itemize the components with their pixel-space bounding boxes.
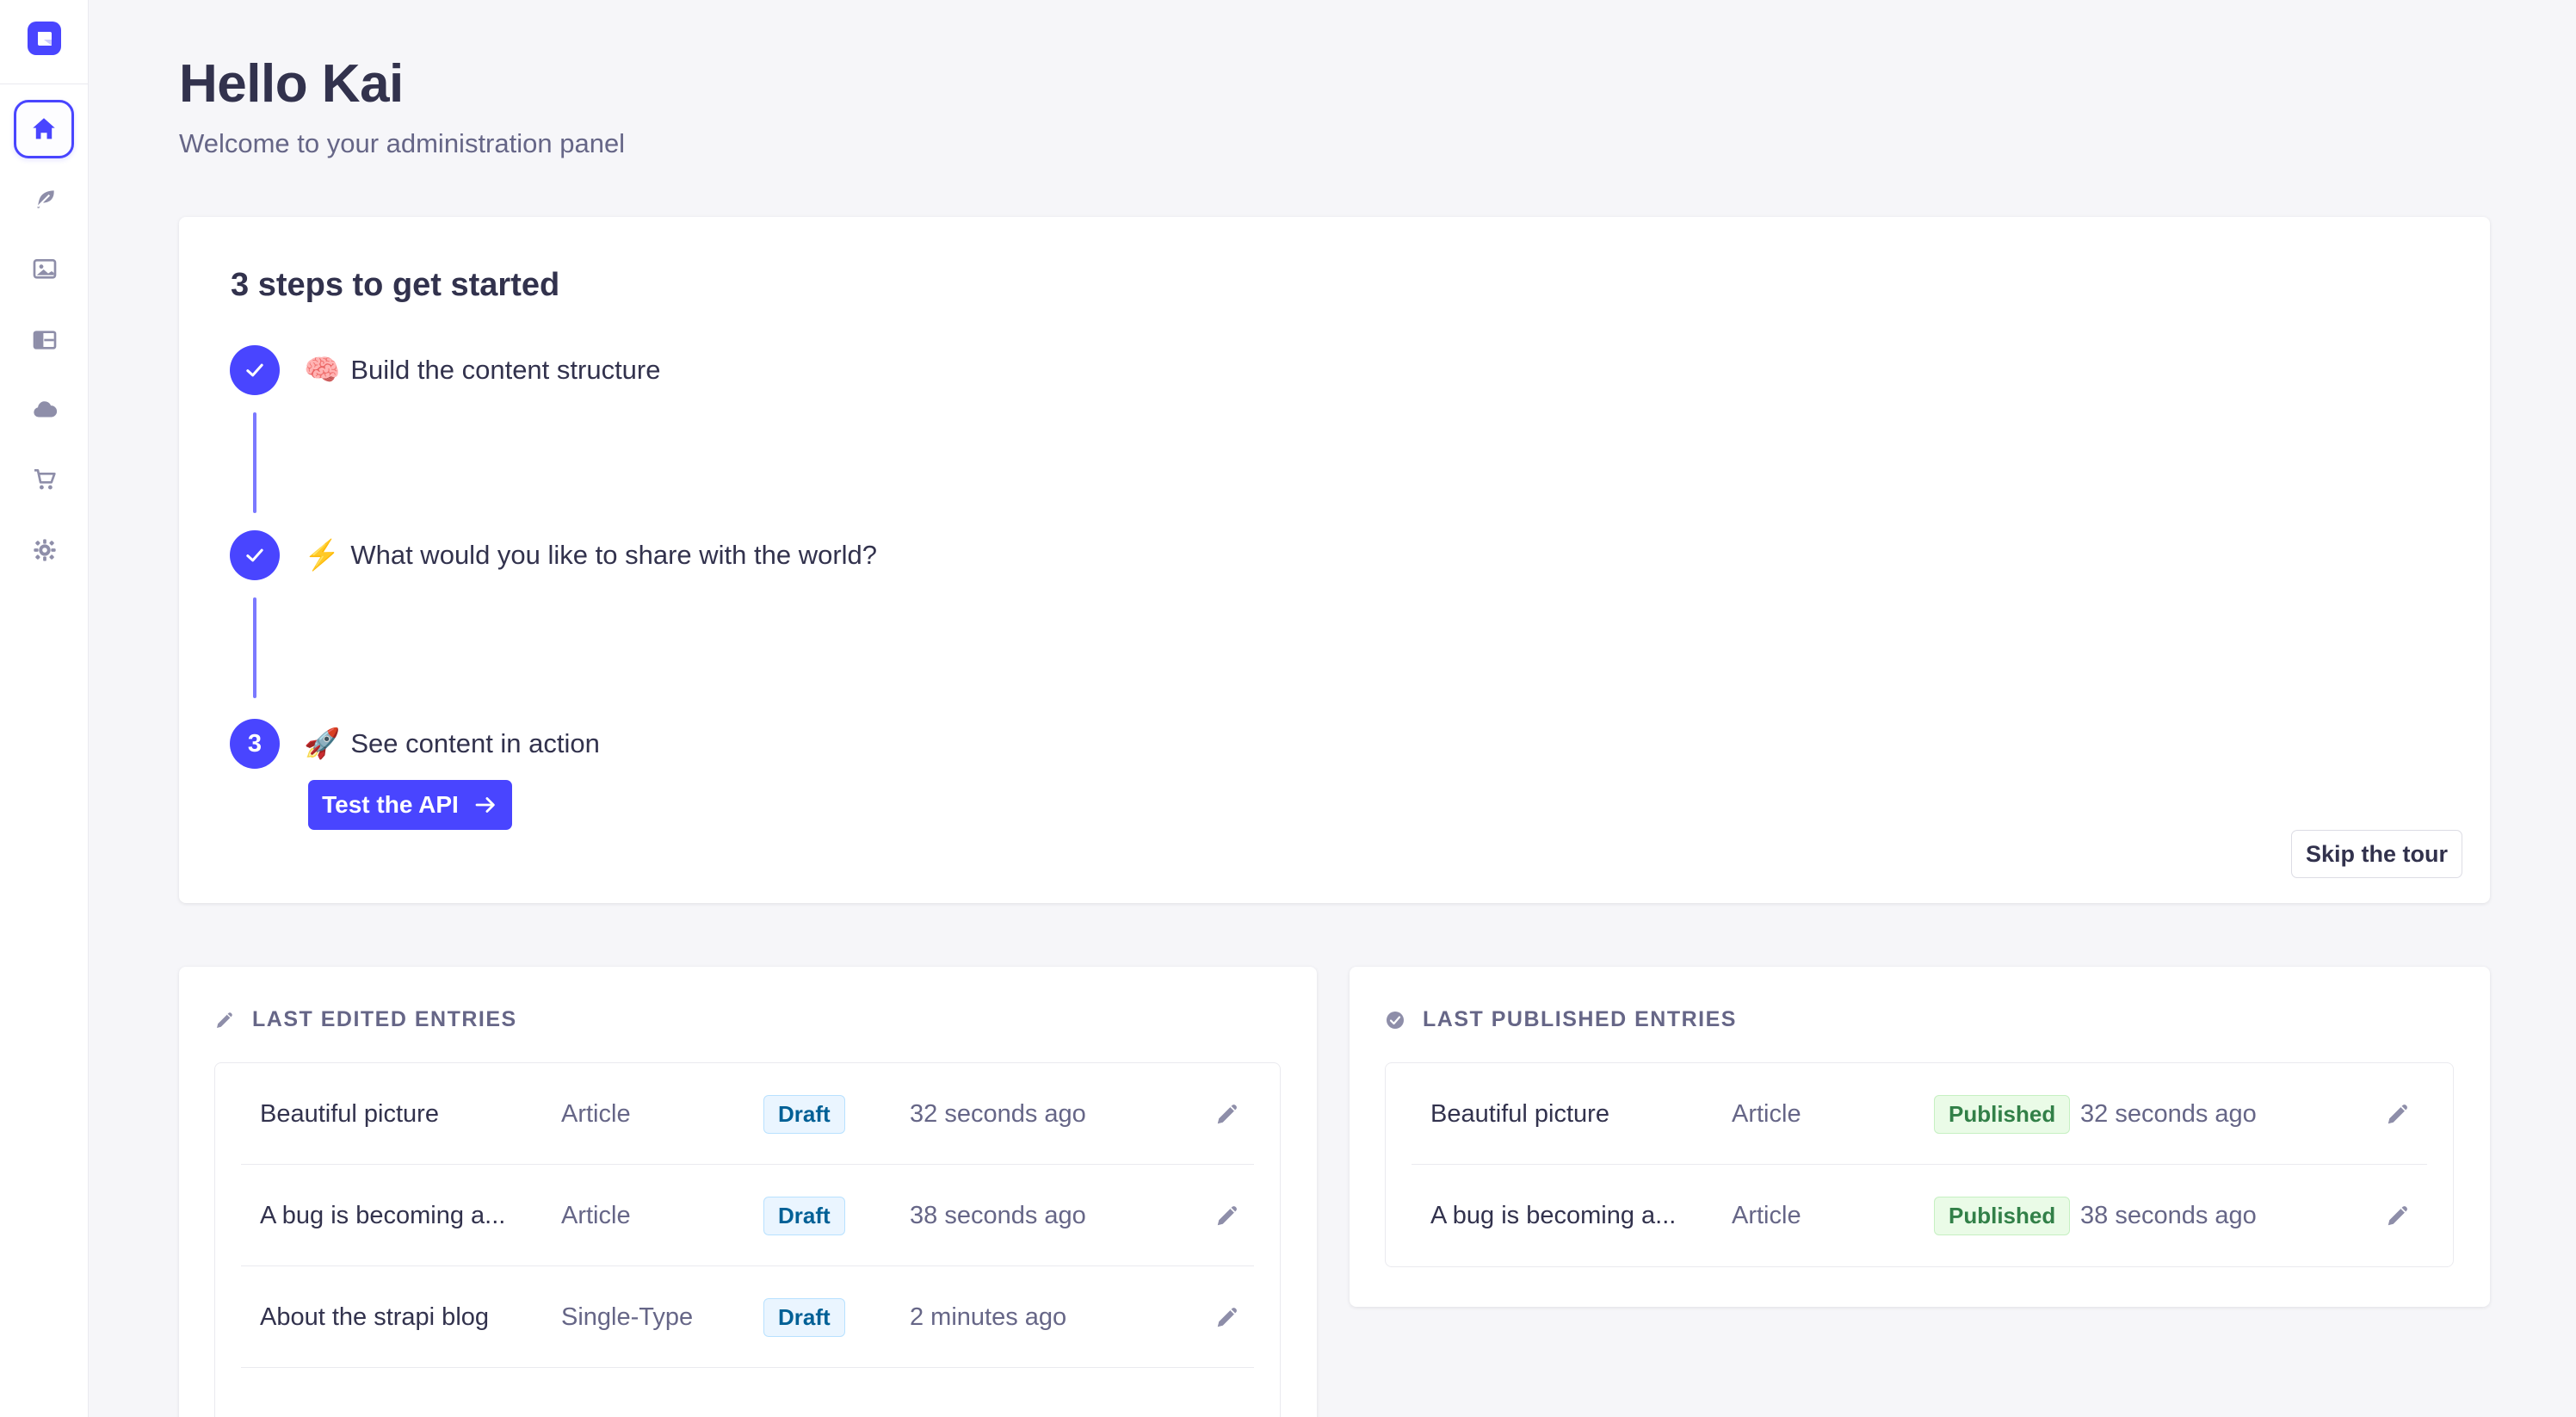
step-2-label[interactable]: ⚡ What would you like to share with the … — [304, 530, 877, 580]
status-badge: Published — [1934, 1197, 2070, 1235]
cart-icon — [31, 466, 59, 493]
edit-entry-button[interactable] — [1209, 1299, 1245, 1335]
onboarding-title: 3 steps to get started — [231, 267, 559, 304]
table-row: A bug is becoming a... Article Draft 38 … — [215, 1165, 1280, 1266]
edit-entry-button[interactable] — [2380, 1197, 2416, 1234]
pencil-icon — [2385, 1203, 2411, 1228]
status-badge: Draft — [763, 1095, 845, 1134]
pencil-icon — [2385, 1101, 2411, 1127]
last-edited-header: LAST EDITED ENTRIES — [214, 1007, 1281, 1032]
step-2-check-circle — [230, 530, 280, 580]
entry-type: Article — [561, 1202, 763, 1230]
last-published-title: LAST PUBLISHED ENTRIES — [1423, 1007, 1737, 1032]
table-row: Beautiful picture Article Published 32 s… — [1386, 1063, 2453, 1165]
entries-row: LAST EDITED ENTRIES Beautiful picture Ar… — [179, 967, 2490, 1417]
check-circle-icon — [1385, 1010, 1405, 1030]
picture-icon — [31, 256, 59, 283]
onboarding-card: 3 steps to get started 3 🧠 Build the con… — [179, 217, 2490, 903]
entry-title: A bug is becoming a... — [1430, 1202, 1732, 1230]
strapi-logo[interactable] — [28, 22, 61, 55]
step-2-text: What would you like to share with the wo… — [350, 540, 877, 571]
last-published-table: Beautiful picture Article Published 32 s… — [1385, 1062, 2454, 1267]
step-connector — [253, 412, 256, 513]
gear-icon — [31, 536, 59, 564]
sidebar-item-media-library[interactable] — [0, 244, 89, 295]
step-1-text: Build the content structure — [350, 355, 660, 386]
step-connector — [253, 597, 256, 698]
last-edited-table: Beautiful picture Article Draft 32 secon… — [214, 1062, 1281, 1417]
skip-the-tour-button[interactable]: Skip the tour — [2291, 830, 2462, 878]
main-content: Hello Kai Welcome to your administration… — [89, 0, 2576, 1417]
last-published-header: LAST PUBLISHED ENTRIES — [1385, 1007, 2454, 1032]
home-icon — [29, 114, 59, 144]
entry-type: Article — [561, 1100, 763, 1129]
status-badge: Draft — [763, 1197, 845, 1235]
edit-entry-button[interactable] — [1209, 1096, 1245, 1132]
table-row-clipped — [215, 1368, 1280, 1417]
entry-type: Article — [1732, 1202, 1934, 1230]
entry-title: A bug is becoming a... — [260, 1202, 561, 1230]
cloud-icon — [30, 395, 59, 424]
entry-time: 32 seconds ago — [2080, 1100, 2364, 1129]
entry-time: 38 seconds ago — [2080, 1202, 2364, 1230]
strapi-logo-glyph — [34, 28, 55, 49]
pencil-icon — [1214, 1101, 1240, 1127]
page-subtitle: Welcome to your administration panel — [179, 128, 2490, 159]
entry-time: 32 seconds ago — [910, 1100, 1194, 1129]
test-the-api-button[interactable]: Test the API — [308, 780, 512, 830]
entry-type: Single-Type — [561, 1303, 763, 1332]
edit-entry-button[interactable] — [2380, 1096, 2416, 1132]
table-row: About the strapi blog Single-Type Draft … — [215, 1266, 1280, 1368]
check-icon — [243, 543, 267, 567]
sidebar-item-settings[interactable] — [0, 524, 89, 576]
entry-time: 38 seconds ago — [910, 1202, 1194, 1230]
edit-entry-button[interactable] — [1209, 1197, 1245, 1234]
brain-emoji: 🧠 — [304, 353, 340, 387]
pencil-icon — [214, 1010, 235, 1030]
sidebar-item-content-manager[interactable] — [0, 174, 89, 226]
sidebar — [0, 0, 89, 1417]
sidebar-item-content-type-builder[interactable] — [0, 314, 89, 366]
test-the-api-label: Test the API — [322, 791, 459, 819]
step-3-text: See content in action — [350, 728, 600, 759]
feather-icon — [31, 186, 59, 213]
entry-title: Beautiful picture — [260, 1100, 561, 1129]
last-edited-entries-card: LAST EDITED ENTRIES Beautiful picture Ar… — [179, 967, 1317, 1417]
step-3-number-circle: 3 — [230, 719, 280, 769]
status-badge: Draft — [763, 1298, 845, 1337]
entry-time: 2 minutes ago — [910, 1303, 1194, 1332]
pencil-icon — [1214, 1304, 1240, 1330]
sidebar-item-deploy-cloud[interactable] — [0, 384, 89, 436]
lightning-emoji: ⚡ — [304, 538, 340, 572]
check-icon — [243, 358, 267, 382]
last-edited-title: LAST EDITED ENTRIES — [252, 1007, 517, 1032]
pencil-icon — [1214, 1203, 1240, 1228]
arrow-right-icon — [473, 792, 498, 818]
status-badge: Published — [1934, 1095, 2070, 1134]
table-row: Beautiful picture Article Draft 32 secon… — [215, 1063, 1280, 1165]
last-published-entries-card: LAST PUBLISHED ENTRIES Beautiful picture… — [1350, 967, 2490, 1307]
step-3-number: 3 — [248, 730, 262, 758]
layout-icon — [31, 326, 59, 354]
step-1-check-circle — [230, 345, 280, 395]
rocket-emoji: 🚀 — [304, 727, 340, 761]
sidebar-item-home[interactable] — [14, 100, 74, 158]
entry-title: About the strapi blog — [260, 1303, 561, 1332]
step-3-label[interactable]: 🚀 See content in action — [304, 719, 600, 769]
table-row: A bug is becoming a... Article Published… — [1386, 1165, 2453, 1266]
sidebar-item-marketplace[interactable] — [0, 454, 89, 505]
page-title: Hello Kai — [179, 53, 2490, 114]
step-1-label[interactable]: 🧠 Build the content structure — [304, 345, 661, 395]
entry-type: Article — [1732, 1100, 1934, 1129]
entry-title: Beautiful picture — [1430, 1100, 1732, 1129]
